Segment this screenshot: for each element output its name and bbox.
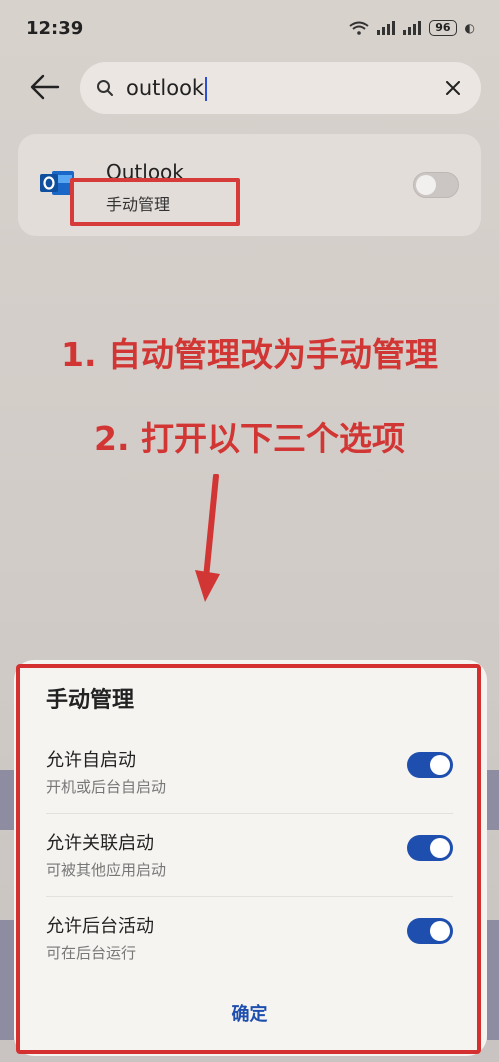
sheet-title: 手动管理 [46, 688, 135, 713]
power-saving-icon: ◐ [464, 21, 475, 35]
search-query: outlook [126, 76, 441, 101]
annotation-step-2: 2. 打开以下三个选项 [94, 419, 405, 458]
search-input[interactable]: outlook [80, 62, 481, 114]
search-icon [97, 80, 113, 96]
highlight-box [70, 178, 240, 226]
search-row: outlook [0, 62, 499, 114]
status-bar: 12:39 96 ◐ [0, 0, 499, 56]
confirm-button[interactable]: 确定 [0, 1000, 499, 1026]
option-auto-start: 允许自启动 开机或后台自启动 [46, 746, 453, 826]
background-edge [0, 770, 14, 830]
annotation-step-1: 1. 自动管理改为手动管理 [61, 335, 438, 374]
text-cursor [205, 76, 208, 101]
linked-start-toggle[interactable] [407, 835, 453, 861]
option-background-activity: 允许后台活动 可在后台运行 [46, 912, 453, 992]
option-title: 允许后台活动 [46, 916, 154, 937]
divider [46, 813, 453, 814]
wifi-icon [349, 21, 369, 35]
option-title: 允许关联启动 [46, 833, 154, 854]
auto-start-toggle[interactable] [407, 752, 453, 778]
status-time: 12:39 [26, 17, 84, 39]
back-button[interactable] [30, 74, 66, 102]
signal-icon [377, 21, 396, 35]
option-title: 允许自启动 [46, 750, 136, 771]
option-linked-start: 允许关联启动 可被其他应用启动 [46, 829, 453, 909]
option-desc: 可被其他应用启动 [46, 861, 167, 879]
app-result-card[interactable]: Outlook 手动管理 [18, 134, 481, 236]
background-activity-toggle[interactable] [407, 918, 453, 944]
option-desc: 可在后台运行 [46, 944, 137, 962]
clear-search-button[interactable] [441, 76, 465, 100]
divider [46, 896, 453, 897]
battery-icon: 96 [429, 20, 457, 36]
down-arrow-icon [195, 474, 220, 602]
back-arrow-icon [30, 74, 60, 100]
close-icon [446, 81, 460, 95]
background-edge [487, 770, 499, 830]
app-toggle[interactable] [413, 172, 459, 198]
option-desc: 开机或后台自启动 [46, 778, 167, 796]
status-icons: 96 ◐ [349, 20, 475, 36]
signal-icon-2 [403, 21, 422, 35]
